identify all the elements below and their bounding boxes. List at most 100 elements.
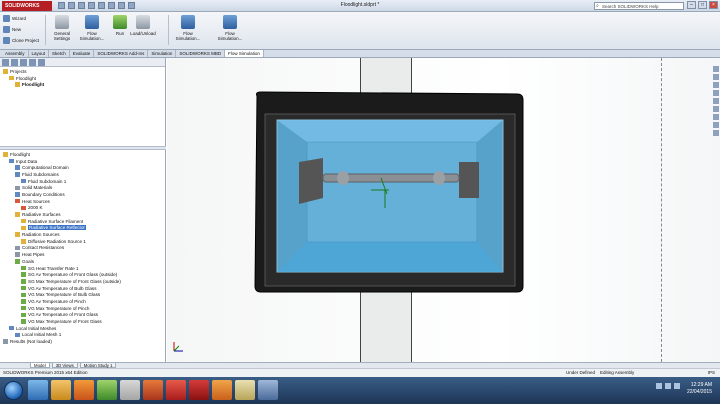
- ie-icon[interactable]: [28, 380, 48, 400]
- zoom-fit-icon[interactable]: [713, 66, 719, 72]
- tree-node[interactable]: VG Av Temperature of Bulb Glass: [3, 285, 166, 292]
- tab-evaluate[interactable]: Evaluate: [70, 50, 95, 57]
- clone-project-button[interactable]: Clone Project: [3, 36, 39, 45]
- tree-node[interactable]: Goals: [3, 258, 166, 265]
- tree-node[interactable]: Radiation Sources: [3, 231, 166, 238]
- tree-node[interactable]: VG Max Temperature of Bulb Glass: [3, 291, 166, 298]
- wizard-button[interactable]: Wizard: [3, 14, 39, 23]
- flow-simulation-icon: [223, 15, 237, 29]
- tree-node[interactable]: SG Max Temperature of Front Glass (outsi…: [3, 278, 166, 285]
- load-unload-button[interactable]: Load/Unload: [128, 15, 158, 36]
- tree-node[interactable]: SG Heat Transfer Rate 1: [3, 265, 166, 272]
- tab-mbd[interactable]: SOLIDWORKS MBD: [176, 50, 226, 57]
- tree-node-icon: [15, 165, 20, 170]
- tree-node[interactable]: VG Max Temperature of Pinch: [3, 305, 166, 312]
- title-bar: SOLIDWORKS Floodlight.sldprt * ⌕ Search …: [0, 0, 720, 12]
- tree-node[interactable]: VG Av Temperature of Front Glass: [3, 312, 166, 319]
- tree-node[interactable]: Diffusive Radiation Source 1: [3, 238, 166, 245]
- tree-node-label: VG Max Temperature of Front Glass: [28, 319, 102, 325]
- scene-icon[interactable]: [713, 122, 719, 128]
- tree-node[interactable]: Heat Sources: [3, 198, 166, 205]
- flow-simulation-button-1[interactable]: Flow Simulation...: [78, 15, 106, 41]
- feature-tree-icon[interactable]: [2, 59, 9, 66]
- feature-manager-panel: Projects Floodlight Floodlight Floodlight I…: [0, 58, 166, 362]
- display-style-icon[interactable]: [713, 98, 719, 104]
- taskbar-clock[interactable]: 12:29 AM 22/04/2015: [687, 382, 712, 396]
- tray-network-icon[interactable]: [665, 383, 671, 389]
- explorer-icon[interactable]: [51, 380, 71, 400]
- edit-appearance-icon[interactable]: [713, 114, 719, 120]
- tree-node[interactable]: Floodlight: [3, 151, 166, 158]
- start-button[interactable]: [4, 381, 23, 400]
- tree-node[interactable]: Computational Domain: [3, 164, 166, 171]
- tree-node[interactable]: Fluid Subdomains: [3, 171, 166, 178]
- tree-node[interactable]: VG Av Temperature of Pinch: [3, 298, 166, 305]
- tree-node-icon: [21, 305, 26, 311]
- view-settings-icon[interactable]: [713, 130, 719, 136]
- tree-node[interactable]: SG Av Temperature of Front Glass (outsid…: [3, 271, 166, 278]
- tree-node-icon: [15, 259, 20, 264]
- tab-assembly[interactable]: Assembly: [2, 50, 29, 57]
- firefox-icon[interactable]: [74, 380, 94, 400]
- itunes-icon[interactable]: [120, 380, 140, 400]
- zoom-area-icon[interactable]: [713, 74, 719, 80]
- tree-node[interactable]: Boundary Conditions: [3, 191, 166, 198]
- tree-node[interactable]: Local Initial Mesh 1: [3, 332, 166, 339]
- pdf-icon[interactable]: [212, 380, 232, 400]
- tray-volume-icon[interactable]: [674, 383, 680, 389]
- tree-node-label: Fluid Subdomain 1: [28, 178, 67, 184]
- maximize-button[interactable]: □: [698, 1, 707, 9]
- chrome-icon[interactable]: [97, 380, 117, 400]
- flow-simulation-button-3[interactable]: Flow Simulation...: [216, 15, 244, 41]
- tab-sketch[interactable]: Sketch: [49, 50, 70, 57]
- flow-simulation-button-2[interactable]: Flow Simulation...: [174, 15, 202, 41]
- tab-addins[interactable]: SOLIDWORKS Add-Ins: [94, 50, 149, 57]
- tree-node[interactable]: Contact Resistances: [3, 245, 166, 252]
- graphics-viewport[interactable]: [167, 58, 720, 362]
- tab-simulation[interactable]: Simulation: [148, 50, 177, 57]
- minimize-button[interactable]: –: [687, 1, 696, 9]
- config-manager-icon[interactable]: [20, 59, 27, 66]
- tray-flag-icon[interactable]: [656, 383, 662, 389]
- tree-node[interactable]: Results (Not loaded): [3, 338, 166, 345]
- tree-node[interactable]: Heat Pipes: [3, 251, 166, 258]
- tab-flow-simulation[interactable]: Flow Simulation: [225, 50, 264, 57]
- tree-node[interactable]: Radiative Surface Filament: [3, 218, 166, 225]
- new-button[interactable]: New: [3, 25, 39, 34]
- view-heads-up-toolbar: [712, 66, 720, 186]
- search-icon: ⌕: [596, 3, 599, 9]
- tree-node[interactable]: Radiative Surfaces: [3, 211, 166, 218]
- display-manager-icon[interactable]: [38, 59, 45, 66]
- tree-node[interactable]: Floodlight: [3, 81, 165, 88]
- tree-node-icon: [21, 279, 26, 284]
- tree-node-label: Local Initial Meshes: [16, 325, 57, 331]
- acrobat-icon[interactable]: [166, 380, 186, 400]
- hide-show-icon[interactable]: [713, 106, 719, 112]
- property-manager-icon[interactable]: [11, 59, 18, 66]
- general-settings-button[interactable]: General Settings: [48, 15, 76, 41]
- close-button[interactable]: ×: [709, 1, 718, 9]
- tree-node[interactable]: Fluid Subdomain 1: [3, 178, 166, 185]
- view-orientation-icon[interactable]: [713, 90, 719, 96]
- help-search-input[interactable]: ⌕ Search SOLIDWORKS Help: [594, 2, 684, 10]
- tree-node-icon: [15, 185, 20, 191]
- network-app-icon[interactable]: [258, 380, 278, 400]
- flow-analysis-tree-icon[interactable]: [29, 59, 36, 66]
- floodlight-model[interactable]: [167, 58, 720, 362]
- tree-node[interactable]: Local Initial Meshes: [3, 325, 166, 332]
- tree-node[interactable]: Input Data: [3, 158, 166, 165]
- media-icon[interactable]: [143, 380, 163, 400]
- section-view-icon[interactable]: [713, 82, 719, 88]
- tab-layout[interactable]: Layout: [29, 50, 50, 57]
- tree-node-icon: [3, 152, 8, 157]
- solidworks-taskbar-icon[interactable]: [189, 380, 209, 400]
- tree-node[interactable]: VG Max Temperature of Front Glass: [3, 318, 166, 325]
- tree-node[interactable]: Radiative Surface Reflector: [3, 225, 166, 232]
- status-units[interactable]: IPS: [708, 370, 715, 375]
- app-icon[interactable]: [235, 380, 255, 400]
- projects-tree: Projects Floodlight Floodlight: [0, 67, 165, 88]
- tree-node[interactable]: Solid Materials: [3, 184, 166, 191]
- tree-node[interactable]: Projects: [3, 68, 165, 75]
- tree-node[interactable]: 2000 K: [3, 205, 166, 212]
- tree-node[interactable]: Floodlight: [3, 75, 165, 82]
